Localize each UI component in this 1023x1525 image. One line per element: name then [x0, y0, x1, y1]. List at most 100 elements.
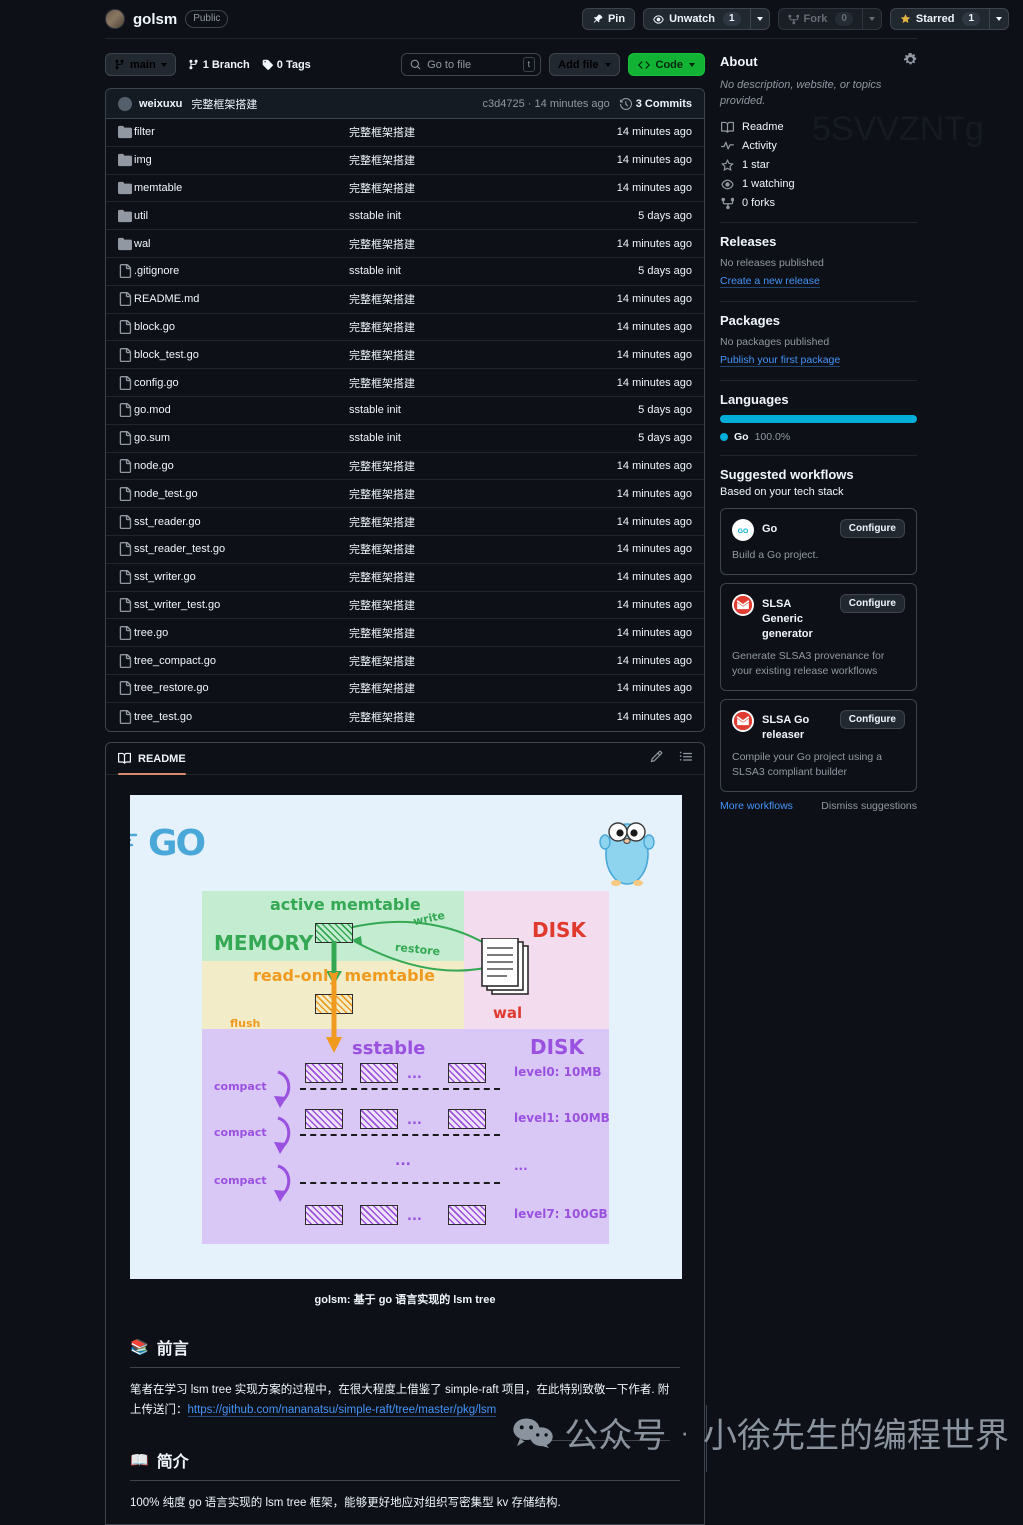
file-name[interactable]: sst_writer.go — [134, 571, 349, 583]
file-row[interactable]: util sstable init 5 days ago — [106, 202, 704, 231]
tab-readme[interactable]: README — [118, 743, 186, 775]
file-row[interactable]: sst_writer_test.go 完整框架搭建 14 minutes ago — [106, 591, 704, 620]
watch-dropdown-button[interactable] — [749, 8, 770, 30]
readme-outline-button[interactable] — [679, 750, 692, 768]
language-row-go[interactable]: Go 100.0% — [720, 431, 917, 443]
file-name[interactable]: sst_writer_test.go — [134, 599, 349, 611]
file-name[interactable]: memtable — [134, 182, 349, 194]
commit-message[interactable]: 完整框架搭建 — [191, 96, 257, 112]
create-release-link[interactable]: Create a new release — [720, 274, 820, 288]
unwatch-button[interactable]: Unwatch 1 — [643, 8, 750, 30]
repo-name[interactable]: golsm — [133, 11, 177, 28]
file-row[interactable]: block_test.go 完整框架搭建 14 minutes ago — [106, 341, 704, 370]
publish-package-link[interactable]: Publish your first package — [720, 353, 841, 367]
about-item[interactable]: 1 star — [720, 158, 917, 172]
edit-readme-button[interactable] — [650, 750, 663, 768]
file-row[interactable]: tree.go 完整框架搭建 14 minutes ago — [106, 619, 704, 648]
fork-button[interactable]: Fork 0 — [777, 8, 862, 30]
code-button[interactable]: Code — [627, 53, 705, 76]
file-commit-message[interactable]: sstable init — [349, 210, 638, 222]
file-name[interactable]: README.md — [134, 293, 349, 305]
branch-count-link[interactable]: 1 Branch — [188, 59, 250, 71]
configure-button[interactable]: Configure — [839, 594, 905, 614]
file-name[interactable]: filter — [134, 126, 349, 138]
about-item[interactable]: Activity — [720, 140, 917, 153]
owner-avatar[interactable] — [105, 9, 125, 29]
tag-count-link[interactable]: 0 Tags — [262, 59, 311, 71]
file-row[interactable]: filter 完整框架搭建 14 minutes ago — [106, 119, 704, 147]
file-commit-message[interactable]: 完整框架搭建 — [349, 375, 617, 391]
file-name[interactable]: go.sum — [134, 432, 349, 444]
workflow-name[interactable]: SLSA Generic generator — [762, 594, 832, 642]
file-row[interactable]: wal 完整框架搭建 14 minutes ago — [106, 230, 704, 258]
file-name[interactable]: .gitignore — [134, 265, 349, 277]
branch-selector-button[interactable]: main — [105, 53, 176, 76]
file-row[interactable]: img 完整框架搭建 14 minutes ago — [106, 146, 704, 175]
about-item[interactable]: 1 watching — [720, 178, 917, 191]
file-row[interactable]: .gitignore sstable init 5 days ago — [106, 257, 704, 286]
commit-sha[interactable]: c3d4725 — [483, 98, 525, 110]
add-file-button[interactable]: Add file — [549, 53, 620, 76]
go-to-file-input[interactable]: Go to file t — [401, 53, 542, 76]
file-commit-message[interactable]: 完整框架搭建 — [349, 625, 617, 641]
file-commit-message[interactable]: 完整框架搭建 — [349, 597, 617, 613]
file-name[interactable]: sst_reader.go — [134, 516, 349, 528]
workflow-name[interactable]: Go — [762, 519, 832, 537]
file-commit-message[interactable]: 完整框架搭建 — [349, 680, 617, 696]
file-commit-message[interactable]: 完整框架搭建 — [349, 291, 617, 307]
file-row[interactable]: sst_reader_test.go 完整框架搭建 14 minutes ago — [106, 535, 704, 564]
file-name[interactable]: tree_compact.go — [134, 655, 349, 667]
file-row[interactable]: tree_restore.go 完整框架搭建 14 minutes ago — [106, 674, 704, 703]
file-row[interactable]: tree_test.go 完整框架搭建 14 minutes ago — [106, 702, 704, 731]
pin-button[interactable]: Pin — [581, 8, 636, 30]
file-row[interactable]: README.md 完整框架搭建 14 minutes ago — [106, 285, 704, 314]
dismiss-suggestions-button[interactable]: Dismiss suggestions — [821, 800, 917, 812]
commit-count-link[interactable]: 3 Commits — [619, 98, 692, 110]
file-commit-message[interactable]: 完整框架搭建 — [349, 236, 617, 252]
about-settings-button[interactable] — [903, 52, 917, 69]
file-commit-message[interactable]: 完整框架搭建 — [349, 124, 617, 140]
about-item[interactable]: 0 forks — [720, 197, 917, 210]
file-name[interactable]: img — [134, 154, 349, 166]
file-row[interactable]: sst_reader.go 完整框架搭建 14 minutes ago — [106, 508, 704, 536]
more-workflows-link[interactable]: More workflows — [720, 800, 793, 812]
file-name[interactable]: tree_test.go — [134, 711, 349, 723]
file-row[interactable]: node_test.go 完整框架搭建 14 minutes ago — [106, 480, 704, 509]
file-row[interactable]: sst_writer.go 完整框架搭建 14 minutes ago — [106, 563, 704, 592]
commit-author[interactable]: weixuxu — [139, 98, 182, 110]
file-row[interactable]: go.mod sstable init 5 days ago — [106, 396, 704, 425]
star-dropdown-button[interactable] — [989, 8, 1009, 30]
file-row[interactable]: config.go 完整框架搭建 14 minutes ago — [106, 369, 704, 397]
configure-button[interactable]: Configure — [839, 710, 905, 730]
file-row[interactable]: block.go 完整框架搭建 14 minutes ago — [106, 313, 704, 342]
configure-button[interactable]: Configure — [839, 518, 905, 538]
file-commit-message[interactable]: 完整框架搭建 — [349, 514, 617, 530]
file-name[interactable]: config.go — [134, 377, 349, 389]
file-name[interactable]: node.go — [134, 460, 349, 472]
file-row[interactable]: tree_compact.go 完整框架搭建 14 minutes ago — [106, 647, 704, 675]
file-commit-message[interactable]: 完整框架搭建 — [349, 709, 617, 725]
file-commit-message[interactable]: sstable init — [349, 432, 638, 444]
file-commit-message[interactable]: 完整框架搭建 — [349, 486, 617, 502]
file-commit-message[interactable]: 完整框架搭建 — [349, 180, 617, 196]
file-commit-message[interactable]: 完整框架搭建 — [349, 458, 617, 474]
file-name[interactable]: sst_reader_test.go — [134, 543, 349, 555]
file-row[interactable]: node.go 完整框架搭建 14 minutes ago — [106, 452, 704, 481]
file-row[interactable]: go.sum sstable init 5 days ago — [106, 424, 704, 453]
commit-author-avatar[interactable] — [118, 96, 132, 111]
workflow-name[interactable]: SLSA Go releaser — [762, 710, 832, 743]
file-row[interactable]: memtable 完整框架搭建 14 minutes ago — [106, 174, 704, 203]
file-name[interactable]: tree.go — [134, 627, 349, 639]
file-commit-message[interactable]: sstable init — [349, 404, 638, 416]
file-commit-message[interactable]: sstable init — [349, 265, 638, 277]
starred-button[interactable]: Starred 1 — [889, 8, 989, 30]
fork-dropdown-button[interactable] — [861, 8, 882, 30]
about-item[interactable]: Readme — [720, 121, 917, 134]
file-commit-message[interactable]: 完整框架搭建 — [349, 347, 617, 363]
file-name[interactable]: block.go — [134, 321, 349, 333]
file-name[interactable]: wal — [134, 238, 349, 250]
file-commit-message[interactable]: 完整框架搭建 — [349, 653, 617, 669]
file-commit-message[interactable]: 完整框架搭建 — [349, 319, 617, 335]
file-name[interactable]: node_test.go — [134, 488, 349, 500]
file-commit-message[interactable]: 完整框架搭建 — [349, 541, 617, 557]
